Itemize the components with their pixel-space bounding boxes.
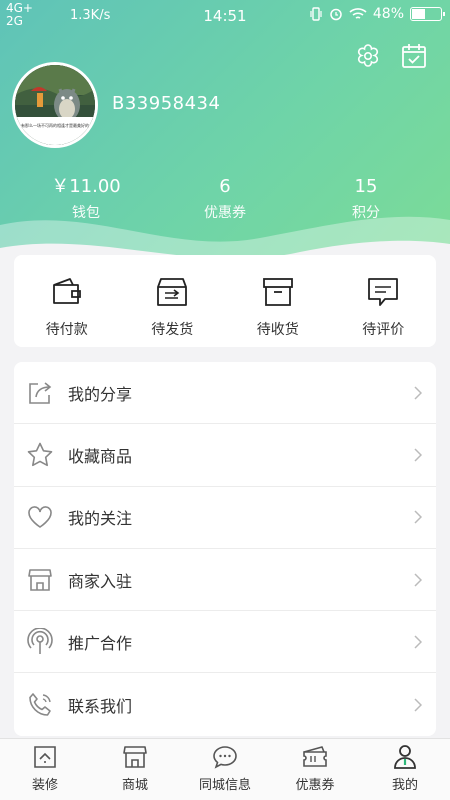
tab-coupons[interactable]: 优惠券 xyxy=(270,739,360,800)
order-pending-shipment[interactable]: 待发货 xyxy=(120,255,226,347)
stat-value: 6 xyxy=(219,176,231,197)
chevron-right-icon xyxy=(414,573,422,587)
order-label: 待付款 xyxy=(45,322,88,338)
stat-value: ￥11.00 xyxy=(51,176,121,197)
order-label: 待收货 xyxy=(256,322,299,338)
tab-label: 商城 xyxy=(121,778,148,793)
menu-item-merchant-join[interactable]: 商家入驻 xyxy=(14,549,436,612)
order-pending-review[interactable]: 待评价 xyxy=(331,255,437,347)
vibrate-icon xyxy=(310,7,322,21)
settings-flower-icon[interactable] xyxy=(354,42,382,70)
tab-mall[interactable]: 商城 xyxy=(90,739,180,800)
tab-label: 装修 xyxy=(31,778,58,793)
comment-icon xyxy=(368,278,399,306)
stat-wallet[interactable]: ￥11.00 钱包 xyxy=(11,176,161,222)
status-right: 48% xyxy=(309,6,445,22)
tab-local-info[interactable]: 同城信息 xyxy=(180,739,270,800)
profile-header: 4G+ 2G 1.3K/s 14:51 48% 有那么一场不可再的相逢才是最美好… xyxy=(0,0,450,290)
archive-box-icon xyxy=(262,278,293,306)
shop-icon xyxy=(123,746,147,768)
battery-icon xyxy=(410,7,445,21)
tab-label: 我的 xyxy=(391,778,418,793)
wallet-icon xyxy=(52,278,81,304)
order-status-card: 待付款 待发货 待收货 待评价 xyxy=(14,255,436,347)
tab-decoration[interactable]: 装修 xyxy=(0,739,90,800)
menu-item-share[interactable]: 我的分享 xyxy=(14,362,436,425)
stat-label: 优惠券 xyxy=(204,205,246,221)
menu-item-promotion[interactable]: 推广合作 xyxy=(14,611,436,674)
calendar-check-icon[interactable] xyxy=(400,42,428,70)
tab-mine[interactable]: 我的 xyxy=(360,739,450,800)
bottom-tab-bar: 装修 商城 同城信息 优惠券 我的 xyxy=(0,738,450,800)
menu-label: 联系我们 xyxy=(68,696,133,716)
menu-label: 收藏商品 xyxy=(68,446,133,466)
order-label: 待评价 xyxy=(362,322,405,338)
menu-label: 我的关注 xyxy=(68,509,133,529)
stat-coupons[interactable]: 6 优惠券 xyxy=(150,176,300,222)
wifi-icon xyxy=(349,8,367,19)
tab-label: 优惠券 xyxy=(295,778,335,793)
menu-label: 商家入驻 xyxy=(68,571,133,591)
chevron-right-icon xyxy=(414,510,422,524)
alarm-icon xyxy=(330,8,342,21)
order-label: 待发货 xyxy=(151,322,194,338)
stat-points[interactable]: 15 积分 xyxy=(291,176,441,222)
menu-item-favorites[interactable]: 收藏商品 xyxy=(14,424,436,487)
share-icon xyxy=(29,382,52,404)
star-icon xyxy=(27,442,53,467)
chat-icon xyxy=(213,746,237,769)
menu-item-contact[interactable]: 联系我们 xyxy=(14,673,436,735)
status-bar: 4G+ 2G 1.3K/s 14:51 48% xyxy=(0,0,450,32)
ticket-icon xyxy=(303,746,327,767)
person-icon xyxy=(394,745,416,769)
menu-list: 我的分享 收藏商品 我的关注 商家入驻 推广合作 联系我们 xyxy=(14,362,436,736)
avatar-image: 有那么一场不可再的相逢才是最美好的 xyxy=(15,65,95,145)
chevron-right-icon xyxy=(414,698,422,712)
menu-item-follows[interactable]: 我的关注 xyxy=(14,487,436,549)
stat-value: 15 xyxy=(354,176,378,197)
box-send-icon xyxy=(157,278,188,306)
battery-fill xyxy=(412,9,425,19)
menu-label: 我的分享 xyxy=(68,384,133,404)
order-pending-receipt[interactable]: 待收货 xyxy=(225,255,331,347)
phone-icon xyxy=(29,692,51,716)
store-icon xyxy=(28,568,52,591)
menu-label: 推广合作 xyxy=(68,633,133,653)
chevron-right-icon xyxy=(414,448,422,462)
battery-percent: 48% xyxy=(372,6,404,22)
home-icon xyxy=(34,746,56,768)
heart-icon xyxy=(28,506,52,529)
avatar[interactable]: 有那么一场不可再的相逢才是最美好的 xyxy=(12,62,98,148)
username: B33958434 xyxy=(112,93,221,114)
stat-label: 钱包 xyxy=(72,205,100,221)
avatar-caption: 有那么一场不可再的相逢才是最美好的 xyxy=(21,122,89,128)
order-pending-payment[interactable]: 待付款 xyxy=(14,255,120,347)
broadcast-icon xyxy=(27,627,53,654)
stat-label: 积分 xyxy=(352,205,380,221)
tab-label: 同城信息 xyxy=(198,778,251,793)
chevron-right-icon xyxy=(414,635,422,649)
chevron-right-icon xyxy=(414,386,422,400)
